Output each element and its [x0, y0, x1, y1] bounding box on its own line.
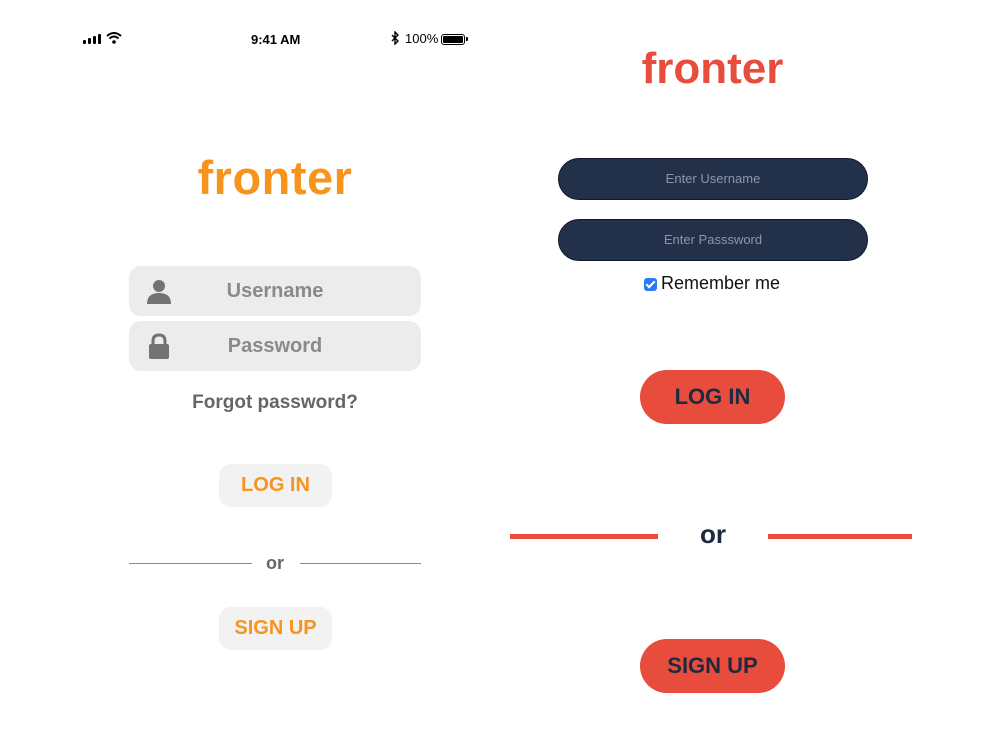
lock-icon — [149, 333, 169, 359]
login-button[interactable]: LOG IN — [640, 370, 785, 424]
left-login-screen: 9:41 AM 100% fronter Username Password F… — [0, 0, 500, 734]
forgot-password-link[interactable]: Forgot password? — [129, 392, 421, 414]
battery-percent: 100% — [405, 31, 439, 46]
password-placeholder: Password — [227, 335, 323, 357]
divider-or: or — [266, 553, 284, 573]
signal-icon — [83, 34, 101, 44]
status-time: 9:41 AM — [251, 32, 301, 47]
divider-or: or — [700, 519, 726, 549]
remember-me[interactable]: Remember me — [644, 273, 780, 294]
wifi-icon — [106, 32, 122, 44]
password-input[interactable]: Enter Passsword — [558, 219, 868, 261]
remember-me-label: Remember me — [661, 273, 781, 293]
divider-line-left — [510, 534, 658, 539]
battery-level — [443, 36, 463, 43]
remember-me-checkbox[interactable] — [644, 277, 657, 291]
bluetooth-icon — [391, 31, 399, 45]
signup-button[interactable]: SIGN UP — [219, 607, 332, 650]
divider-line-left — [129, 563, 252, 564]
signup-button[interactable]: SIGN UP — [640, 639, 785, 693]
user-icon — [147, 280, 171, 304]
password-field[interactable]: Password — [129, 321, 421, 371]
divider-line-right — [300, 563, 421, 564]
divider-line-right — [768, 534, 912, 539]
battery-icon — [441, 34, 468, 45]
app-logo: fronter — [197, 151, 353, 204]
right-login-screen: fronter Enter Username Enter Passsword R… — [500, 0, 1000, 734]
username-placeholder: Username — [226, 280, 324, 302]
username-input[interactable]: Enter Username — [558, 158, 868, 200]
app-logo: fronter — [641, 44, 784, 93]
login-button[interactable]: LOG IN — [219, 464, 332, 507]
status-bar: 9:41 AM 100% — [80, 30, 470, 50]
username-field[interactable]: Username — [129, 266, 421, 316]
